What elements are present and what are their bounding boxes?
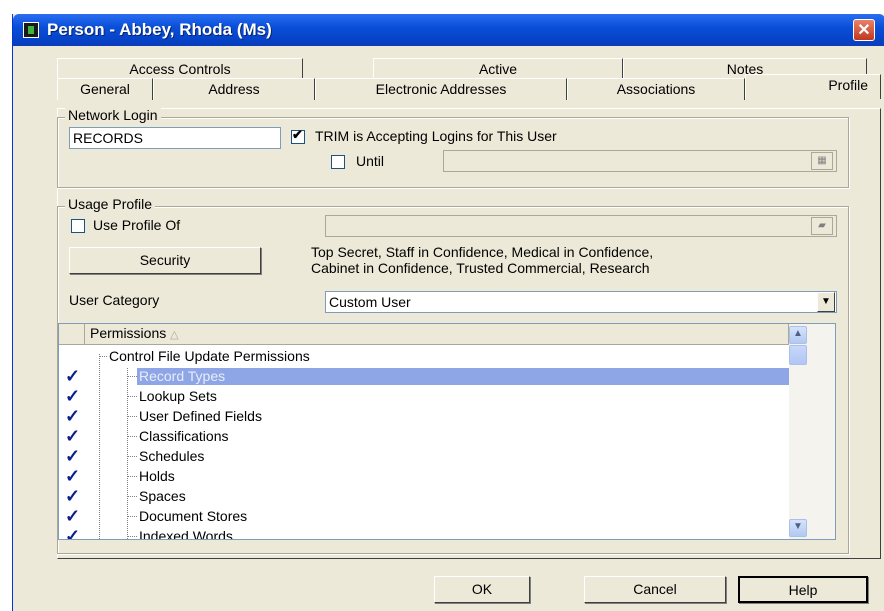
checkmark-icon: ✓ (65, 526, 81, 540)
until-date-input[interactable] (443, 150, 837, 172)
network-login-input[interactable]: RECORDS (69, 127, 281, 149)
until-label: Until (356, 153, 385, 169)
close-button[interactable]: ✕ (853, 19, 875, 41)
tab-access-controls[interactable]: Access Controls (57, 58, 303, 80)
user-category-select[interactable]: Custom User (325, 291, 837, 313)
checkmark-icon: ✓ (65, 426, 81, 446)
tree-connector (127, 456, 137, 457)
permissions-header: Permissions △ (59, 324, 789, 345)
permission-label: Record Types (139, 368, 226, 384)
permission-label: Classifications (139, 428, 229, 444)
desktop-background (0, 0, 12, 611)
permission-row[interactable]: ✓ Classifications (59, 426, 789, 446)
security-levels-line1: Top Secret, Staff in Confidence, Medical… (311, 244, 654, 260)
permission-row[interactable]: ✓ Indexed Words (59, 526, 789, 540)
permission-group-row[interactable]: Control File Update Permissions (59, 346, 789, 366)
check-column-header[interactable] (59, 324, 85, 344)
security-button[interactable]: Security (69, 247, 261, 274)
calendar-icon[interactable]: ▦ (811, 152, 833, 170)
until-checkbox[interactable] (331, 155, 345, 169)
permission-label: Lookup Sets (139, 388, 217, 404)
help-button[interactable]: Help (738, 576, 868, 603)
checkmark-icon: ✓ (65, 466, 81, 486)
cancel-button[interactable]: Cancel (584, 576, 726, 603)
permission-row[interactable]: ✓ Record Types (59, 366, 789, 386)
network-login-label: Network Login (65, 107, 161, 123)
accepting-logins-label: TRIM is Accepting Logins for This User (315, 128, 557, 144)
window-title: Person - Abbey, Rhoda (Ms) (47, 20, 272, 39)
ok-button[interactable]: OK (434, 576, 530, 603)
checkmark-icon: ✓ (65, 406, 81, 426)
tab-active[interactable]: Active (373, 58, 623, 80)
title-bar[interactable]: Person - Abbey, Rhoda (Ms) ✕ (13, 14, 884, 46)
checkmark-icon: ✓ (65, 506, 81, 526)
permissions-column-header[interactable]: Permissions △ (85, 324, 789, 344)
close-icon: ✕ (857, 22, 871, 39)
tab-address[interactable]: Address (153, 78, 315, 100)
tab-profile[interactable]: Profile (745, 74, 881, 99)
tree-connector (127, 536, 137, 537)
browse-folder-icon[interactable]: ▰ (811, 217, 833, 235)
scroll-up-icon[interactable]: ▲ (789, 326, 807, 344)
tab-general[interactable]: General (57, 78, 153, 100)
tree-connector (127, 496, 137, 497)
tree-connector (127, 516, 137, 517)
tab-associations[interactable]: Associations (567, 78, 745, 100)
tree-connector (127, 416, 137, 417)
permissions-list[interactable]: Permissions △ Control File Update Permis… (58, 323, 836, 540)
permission-label: Holds (139, 468, 175, 484)
accepting-logins-checkbox[interactable] (291, 127, 305, 144)
permission-row[interactable]: ✓ User Defined Fields (59, 406, 789, 426)
chevron-down-icon[interactable]: ▼ (817, 292, 835, 312)
tab-electronic-addresses[interactable]: Electronic Addresses (315, 78, 567, 100)
permission-row[interactable]: ✓ Spaces (59, 486, 789, 506)
permission-label: Indexed Words (139, 528, 233, 540)
usage-profile-label: Usage Profile (65, 196, 156, 212)
tree-connector (127, 436, 137, 437)
permission-group-title: Control File Update Permissions (109, 348, 310, 364)
checkmark-icon: ✓ (65, 366, 81, 386)
use-profile-input[interactable] (325, 215, 837, 237)
permissions-scrollbar[interactable]: ▲ ▼ (789, 324, 835, 539)
permission-label: User Defined Fields (139, 408, 262, 424)
tree-connector (127, 476, 137, 477)
permission-row[interactable]: ✓ Lookup Sets (59, 386, 789, 406)
permission-row[interactable]: ✓ Schedules (59, 446, 789, 466)
app-icon (23, 22, 39, 38)
user-category-label: User Category (69, 292, 160, 308)
scroll-down-icon[interactable]: ▼ (789, 519, 807, 537)
sort-ascending-icon: △ (170, 329, 179, 341)
permission-label: Schedules (139, 448, 205, 464)
permission-row[interactable]: ✓ Holds (59, 466, 789, 486)
permission-label: Spaces (139, 488, 186, 504)
permission-row[interactable]: ✓ Document Stores (59, 506, 789, 526)
security-levels-line2: Cabinet in Confidence, Trusted Commercia… (311, 260, 650, 276)
permissions-header-label: Permissions (90, 325, 167, 341)
tree-connector (127, 396, 137, 397)
permission-label: Document Stores (139, 508, 248, 524)
use-profile-label: Use Profile Of (93, 217, 181, 233)
scroll-thumb[interactable] (789, 345, 807, 365)
tree-connector (127, 376, 137, 377)
checkmark-icon: ✓ (65, 486, 81, 506)
checkmark-icon: ✓ (65, 446, 81, 466)
checkmark-icon: ✓ (65, 386, 81, 406)
use-profile-checkbox[interactable] (71, 219, 85, 233)
